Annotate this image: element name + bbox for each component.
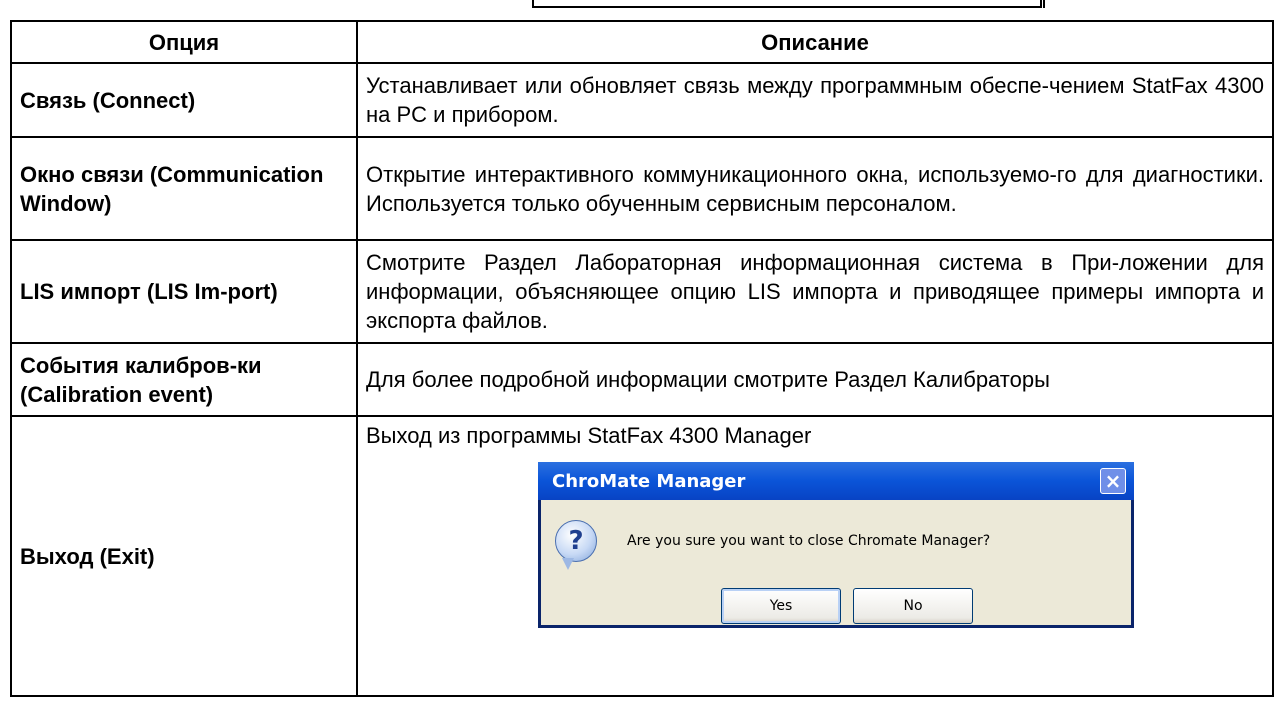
yes-button[interactable]: Yes xyxy=(721,588,841,624)
options-table: Опция Описание Связь (Connect) Устанавли… xyxy=(10,20,1274,697)
description-cell: Смотрите Раздел Лабораторная информацион… xyxy=(356,239,1274,344)
dialog-titlebar[interactable]: ChroMate Manager × xyxy=(538,462,1134,500)
dialog-title: ChroMate Manager xyxy=(552,470,746,492)
table-row: Окно связи (Communication Window) Открыт… xyxy=(10,136,1274,241)
top-frame-fragment xyxy=(532,0,1045,8)
header-description: Описание xyxy=(356,20,1274,64)
table-row: Связь (Connect) Устанавливает или обновл… xyxy=(10,62,1274,138)
close-icon[interactable]: × xyxy=(1100,468,1126,494)
question-icon: ? xyxy=(555,520,597,570)
table-header-row: Опция Описание xyxy=(10,20,1274,64)
option-cell: Связь (Connect) xyxy=(10,62,358,138)
dialog-buttons: Yes No xyxy=(563,588,1131,624)
option-cell: События калибров-ки (Calibration event) xyxy=(10,342,358,417)
table-row: Выход (Exit) Выход из программы StatFax … xyxy=(10,415,1274,697)
option-cell: LIS импорт (LIS Im-port) xyxy=(10,239,358,344)
header-option: Опция xyxy=(10,20,358,64)
option-cell: Окно связи (Communication Window) xyxy=(10,136,358,241)
exit-description-text: Выход из программы StatFax 4300 Manager xyxy=(366,423,812,448)
description-cell: Открытие интерактивного коммуникационног… xyxy=(356,136,1274,241)
table-row: LIS импорт (LIS Im-port) Смотрите Раздел… xyxy=(10,239,1274,344)
description-cell: Устанавливает или обновляет связь между … xyxy=(356,62,1274,138)
description-cell: Выход из программы StatFax 4300 Manager … xyxy=(356,415,1274,697)
table-row: События калибров-ки (Calibration event) … xyxy=(10,342,1274,417)
dialog-message: Are you sure you want to close Chromate … xyxy=(627,532,991,549)
description-cell: Для более подробной информации смотрите … xyxy=(356,342,1274,417)
confirm-dialog: ChroMate Manager × ? Are you sure you wa… xyxy=(538,462,1134,628)
option-cell: Выход (Exit) xyxy=(10,415,358,697)
no-button[interactable]: No xyxy=(853,588,973,624)
dialog-body: ? Are you sure you want to close Chromat… xyxy=(541,500,1131,570)
